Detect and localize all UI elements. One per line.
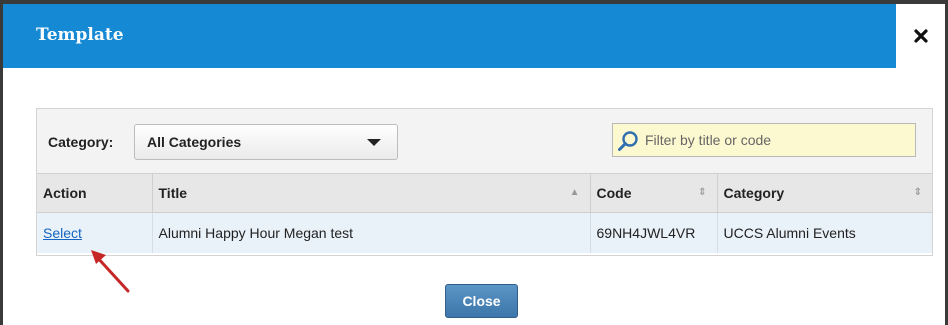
column-header-category[interactable]: Category ⇕ [717,174,932,213]
close-dialog-button[interactable] [896,4,945,68]
search-icon [618,131,638,151]
sort-icon: ⇕ [698,187,707,198]
dialog-titlebar: Template [3,4,896,68]
close-x-icon [913,29,928,43]
filter-bar: Category: All Categories [37,109,932,174]
category-selected-value: All Categories [147,134,242,150]
cell-category: UCCS Alumni Events [717,212,932,253]
cell-code: 69NH4JWL4VR [590,212,718,253]
column-header-code[interactable]: Code ⇕ [590,174,718,213]
column-header-title[interactable]: Title ▲ [152,174,591,213]
column-header-action: Action [37,174,153,213]
search-input[interactable] [645,124,913,156]
dialog-title: Template [36,25,124,45]
arrow-icon [91,250,130,293]
select-link[interactable]: Select [43,225,82,241]
category-label: Category: [48,134,114,150]
template-table: Action Title ▲ Code ⇕ Category ⇕ Select Alu… [37,174,932,253]
search-box[interactable] [612,123,916,157]
chevron-down-icon [367,139,381,146]
table-header-row: Action Title ▲ Code ⇕ Category ⇕ [37,174,932,213]
sort-ascending-icon: ▲ [569,187,580,198]
category-dropdown[interactable]: All Categories [134,124,398,160]
sort-icon: ⇕ [913,187,922,198]
close-button[interactable]: Close [445,284,518,318]
cell-title: Alumni Happy Hour Megan test [152,212,591,253]
template-panel: Category: All Categories Action Title▲ C… [36,108,933,256]
table-row: Select Alumni Happy Hour Megan test 69NH… [37,212,932,253]
